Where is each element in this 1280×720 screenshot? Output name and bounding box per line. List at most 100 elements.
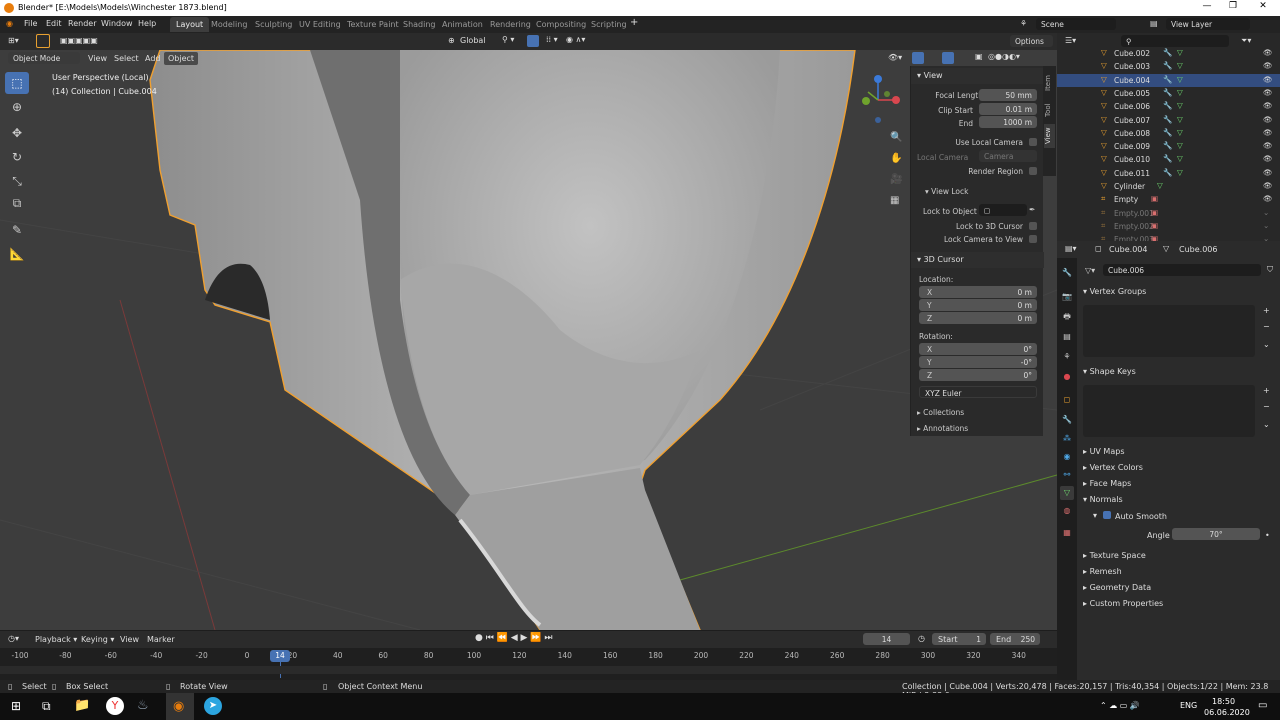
snap-icon[interactable]: [527, 35, 539, 47]
clip-start-field[interactable]: 0.01 m: [979, 103, 1037, 115]
world-props-icon[interactable]: ●: [1060, 370, 1074, 384]
menu-playback[interactable]: Playback ▾: [35, 635, 77, 644]
cursor-loc-x-field[interactable]: 0 m: [919, 286, 1037, 298]
mesh-data-props-icon[interactable]: ▽: [1060, 486, 1074, 500]
minimize-button[interactable]: —: [1194, 1, 1220, 15]
object-props-icon[interactable]: ◻: [1060, 393, 1074, 407]
proportional-edit-icon[interactable]: ◉ ∧▾: [566, 35, 585, 44]
tab-scripting[interactable]: Scripting: [585, 17, 633, 32]
rotation-mode-dropdown[interactable]: XYZ Euler: [919, 386, 1037, 398]
timeline[interactable]: -100 -80 -60 -40 -20 0 20 40 60 80 100 120 140 160 180…: [0, 648, 1057, 680]
auto-smooth-checkbox[interactable]: [1103, 511, 1111, 519]
properties-editor-icon[interactable]: ▤▾: [1065, 244, 1077, 253]
3d-cursor-section-header[interactable]: ▾ 3D Cursor: [911, 252, 1044, 268]
annotations-section-header[interactable]: ▸ Annotations: [917, 424, 968, 433]
mesh-data-icon[interactable]: ▽: [1177, 154, 1183, 163]
visibility-eye-icon[interactable]: 👁: [1263, 88, 1273, 97]
modifier-wrench-icon[interactable]: 🔧: [1163, 141, 1172, 150]
file-explorer-icon[interactable]: 📁: [74, 698, 90, 713]
menu-object[interactable]: Object: [164, 52, 199, 65]
texture-space-header[interactable]: ▸ Texture Space: [1083, 551, 1146, 560]
maximize-button[interactable]: ❐: [1220, 1, 1246, 15]
task-view-icon[interactable]: ⧉: [42, 699, 51, 714]
outliner-search-input[interactable]: ⚲: [1121, 35, 1229, 47]
mesh-data-icon[interactable]: ▽: [1157, 181, 1163, 190]
outliner-item[interactable]: ⌗ Empty.001 ▣ ⌄: [1057, 207, 1280, 220]
language-indicator[interactable]: ENG: [1180, 701, 1197, 710]
annotate-tool-icon[interactable]: ✎: [5, 219, 29, 241]
blender-taskbar-button[interactable]: ◉: [166, 693, 194, 720]
auto-smooth-expand-icon[interactable]: ▾: [1093, 511, 1097, 520]
outliner-item[interactable]: ▽ Cube.011 🔧 ▽ 👁: [1057, 167, 1280, 180]
remove-vertex-group-button[interactable]: −: [1263, 322, 1270, 331]
tray-icons[interactable]: ⌃ ☁ ▭ 🔊: [1100, 701, 1140, 710]
mode-dropdown[interactable]: Object Mode: [8, 52, 80, 64]
tab-layout[interactable]: Layout: [170, 17, 210, 32]
view-layer-props-icon[interactable]: ▤: [1060, 330, 1074, 344]
cursor-loc-y-field[interactable]: 0 m: [919, 299, 1037, 311]
collections-section-header[interactable]: ▸ Collections: [917, 408, 964, 417]
uv-maps-header[interactable]: ▸ UV Maps: [1083, 447, 1124, 456]
mesh-data-icon[interactable]: ▽: [1177, 115, 1183, 124]
cursor-rot-x-field[interactable]: 0°: [919, 343, 1037, 355]
visibility-eye-icon[interactable]: ⌄: [1263, 208, 1269, 217]
timeline-menu-view[interactable]: View: [120, 635, 139, 644]
mesh-data-icon[interactable]: ▽: [1177, 75, 1183, 84]
vertex-colors-header[interactable]: ▸ Vertex Colors: [1083, 463, 1143, 472]
visibility-eye-icon[interactable]: 👁: [1263, 141, 1273, 150]
timeline-scrollbar[interactable]: [0, 666, 1057, 674]
modifier-wrench-icon[interactable]: 🔧: [1163, 48, 1172, 57]
material-props-icon[interactable]: ◍: [1060, 504, 1074, 518]
particles-props-icon[interactable]: ⁂: [1060, 432, 1074, 446]
geometry-data-header[interactable]: ▸ Geometry Data: [1083, 583, 1151, 592]
add-shape-key-button[interactable]: +: [1263, 386, 1270, 395]
use-local-camera-checkbox[interactable]: [1029, 138, 1037, 146]
visibility-icon[interactable]: 👁▾: [888, 53, 902, 62]
lock-camera-checkbox[interactable]: [1029, 235, 1037, 243]
view-layer-selector[interactable]: View Layer: [1166, 18, 1250, 30]
custom-properties-header[interactable]: ▸ Custom Properties: [1083, 599, 1163, 608]
xray-icon[interactable]: ▣: [975, 52, 983, 61]
tab-shading[interactable]: Shading: [397, 17, 442, 32]
visibility-eye-icon[interactable]: 👁: [1263, 181, 1273, 190]
vertex-groups-list[interactable]: [1083, 305, 1255, 357]
outliner-item[interactable]: ▽ Cube.003 🔧 ▽ 👁: [1057, 60, 1280, 73]
modifier-wrench-icon[interactable]: 🔧: [1163, 61, 1172, 70]
face-maps-header[interactable]: ▸ Face Maps: [1083, 479, 1131, 488]
select-box-tool-icon[interactable]: ⬚: [5, 72, 29, 94]
menu-view[interactable]: View: [88, 54, 107, 63]
scene-props-icon[interactable]: ⚘: [1060, 350, 1074, 364]
eyedropper-icon[interactable]: ✒: [1029, 205, 1035, 214]
visibility-eye-icon[interactable]: 👁: [1263, 194, 1273, 203]
outliner-item[interactable]: ▽ Cube.007 🔧 ▽ 👁: [1057, 114, 1280, 127]
menu-add[interactable]: Add: [145, 54, 161, 63]
modifier-wrench-icon[interactable]: 🔧: [1163, 168, 1172, 177]
menu-marker[interactable]: Marker: [147, 635, 175, 644]
scene-selector[interactable]: Scene: [1036, 18, 1116, 30]
steam-icon[interactable]: ♨: [137, 698, 149, 713]
shape-keys-list[interactable]: [1083, 385, 1255, 437]
mesh-name-field[interactable]: Cube.006: [1103, 264, 1261, 276]
transform-orientation-dropdown[interactable]: Global: [460, 36, 486, 45]
outliner-item[interactable]: ▽ Cube.004 🔧 ▽ 👁: [1057, 73, 1280, 87]
select-tool-icon[interactable]: [36, 34, 50, 48]
angle-anim-dot-icon[interactable]: •: [1265, 531, 1270, 540]
modifier-wrench-icon[interactable]: 🔧: [1163, 128, 1172, 137]
menu-edit[interactable]: Edit: [46, 19, 62, 28]
filter-icon[interactable]: ⏷▾: [1241, 36, 1251, 46]
breadcrumb-object[interactable]: Cube.004: [1109, 245, 1147, 254]
current-frame-field[interactable]: 14: [863, 633, 910, 645]
outliner-item[interactable]: ▽ Cube.008 🔧 ▽ 👁: [1057, 127, 1280, 140]
modifier-wrench-icon[interactable]: 🔧: [1163, 115, 1172, 124]
menu-help[interactable]: Help: [138, 19, 156, 28]
mesh-data-icon[interactable]: ▽: [1177, 128, 1183, 137]
texture-props-icon[interactable]: ▦: [1060, 526, 1074, 540]
constraints-props-icon[interactable]: ⚯: [1060, 468, 1074, 482]
visibility-eye-icon[interactable]: 👁: [1263, 101, 1273, 110]
fake-user-icon[interactable]: ⛉: [1267, 265, 1273, 275]
options-dropdown[interactable]: Options: [1010, 35, 1053, 47]
outliner-item[interactable]: ▽ Cube.009 🔧 ▽ 👁: [1057, 140, 1280, 153]
tab-animation[interactable]: Animation: [436, 17, 489, 32]
timeline-editor-icon[interactable]: ◷▾: [8, 634, 19, 643]
transform-tool-icon[interactable]: ⧉: [5, 192, 29, 214]
